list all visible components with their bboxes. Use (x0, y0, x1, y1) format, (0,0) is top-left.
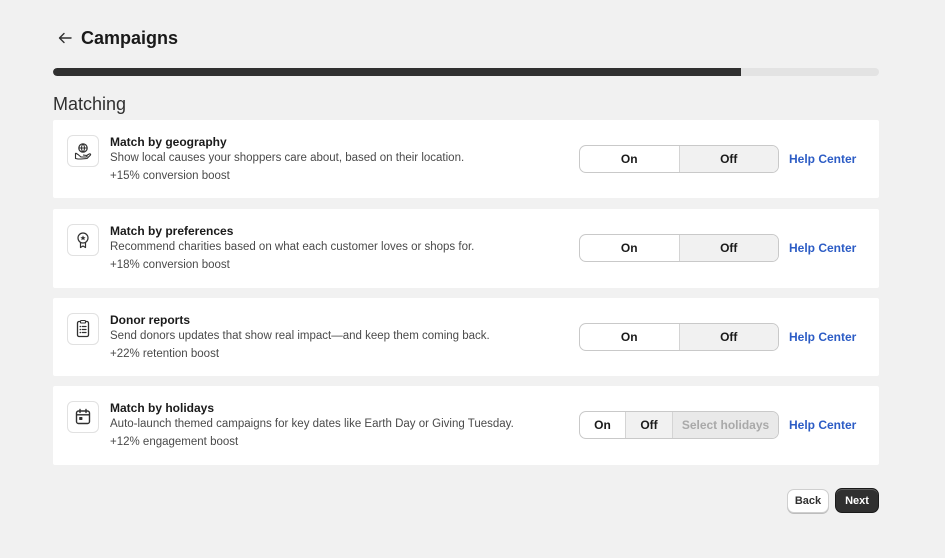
card-title: Donor reports (110, 313, 191, 327)
hand-globe-icon (67, 135, 99, 167)
card-match-by-geography: Match by geography Show local causes you… (53, 120, 879, 198)
preferences-help-center-link[interactable]: Help Center (789, 241, 856, 255)
donor-reports-help-center-link[interactable]: Help Center (789, 330, 856, 344)
page-header: Campaigns (55, 26, 178, 50)
card-title: Match by geography (110, 135, 227, 149)
card-boost: +15% conversion boost (110, 170, 230, 182)
back-button[interactable]: Back (787, 489, 829, 513)
progress-bar-fill (53, 68, 742, 76)
card-boost: +18% conversion boost (110, 259, 230, 271)
arrow-left-icon[interactable] (55, 28, 75, 48)
preferences-on-option[interactable]: On (580, 235, 679, 261)
holidays-off-option[interactable]: Off (625, 412, 672, 438)
progress-bar (53, 68, 879, 76)
section-title: Matching (53, 94, 127, 114)
holidays-help-center-link[interactable]: Help Center (789, 418, 856, 432)
donor-reports-toggle: On Off (579, 323, 779, 351)
preferences-toggle: On Off (579, 234, 779, 262)
card-title: Match by holidays (110, 401, 215, 415)
card-donor-reports: Donor reports Send donors updates that s… (53, 298, 879, 376)
geography-off-option[interactable]: Off (678, 146, 778, 172)
card-match-by-preferences: Match by preferences Recommend charities… (53, 209, 879, 288)
card-title: Match by preferences (110, 224, 234, 238)
card-description: Send donors updates that show real impac… (110, 330, 490, 342)
report-document-icon (67, 313, 99, 345)
geography-help-center-link[interactable]: Help Center (789, 152, 856, 166)
select-holidays-button[interactable]: Select holidays (672, 412, 778, 438)
geography-on-option[interactable]: On (580, 146, 679, 172)
geography-toggle: On Off (579, 145, 779, 173)
card-boost: +12% engagement boost (110, 436, 239, 448)
preferences-off-option[interactable]: Off (678, 235, 778, 261)
holidays-on-option[interactable]: On (580, 412, 625, 438)
holidays-toggle: On Off Select holidays (579, 411, 779, 439)
card-description: Recommend charities based on what each c… (110, 241, 475, 253)
card-description: Show local causes your shoppers care abo… (110, 152, 465, 164)
card-description: Auto-launch themed campaigns for key dat… (110, 418, 514, 430)
calendar-icon (67, 401, 99, 433)
card-match-by-holidays: Match by holidays Auto-launch themed cam… (53, 386, 879, 465)
card-boost: +22% retention boost (110, 348, 220, 360)
award-ribbon-icon (67, 224, 99, 256)
next-button[interactable]: Next (835, 488, 879, 513)
page-title: Campaigns (81, 27, 179, 48)
donor-reports-on-option[interactable]: On (580, 324, 679, 350)
donor-reports-off-option[interactable]: Off (678, 324, 778, 350)
